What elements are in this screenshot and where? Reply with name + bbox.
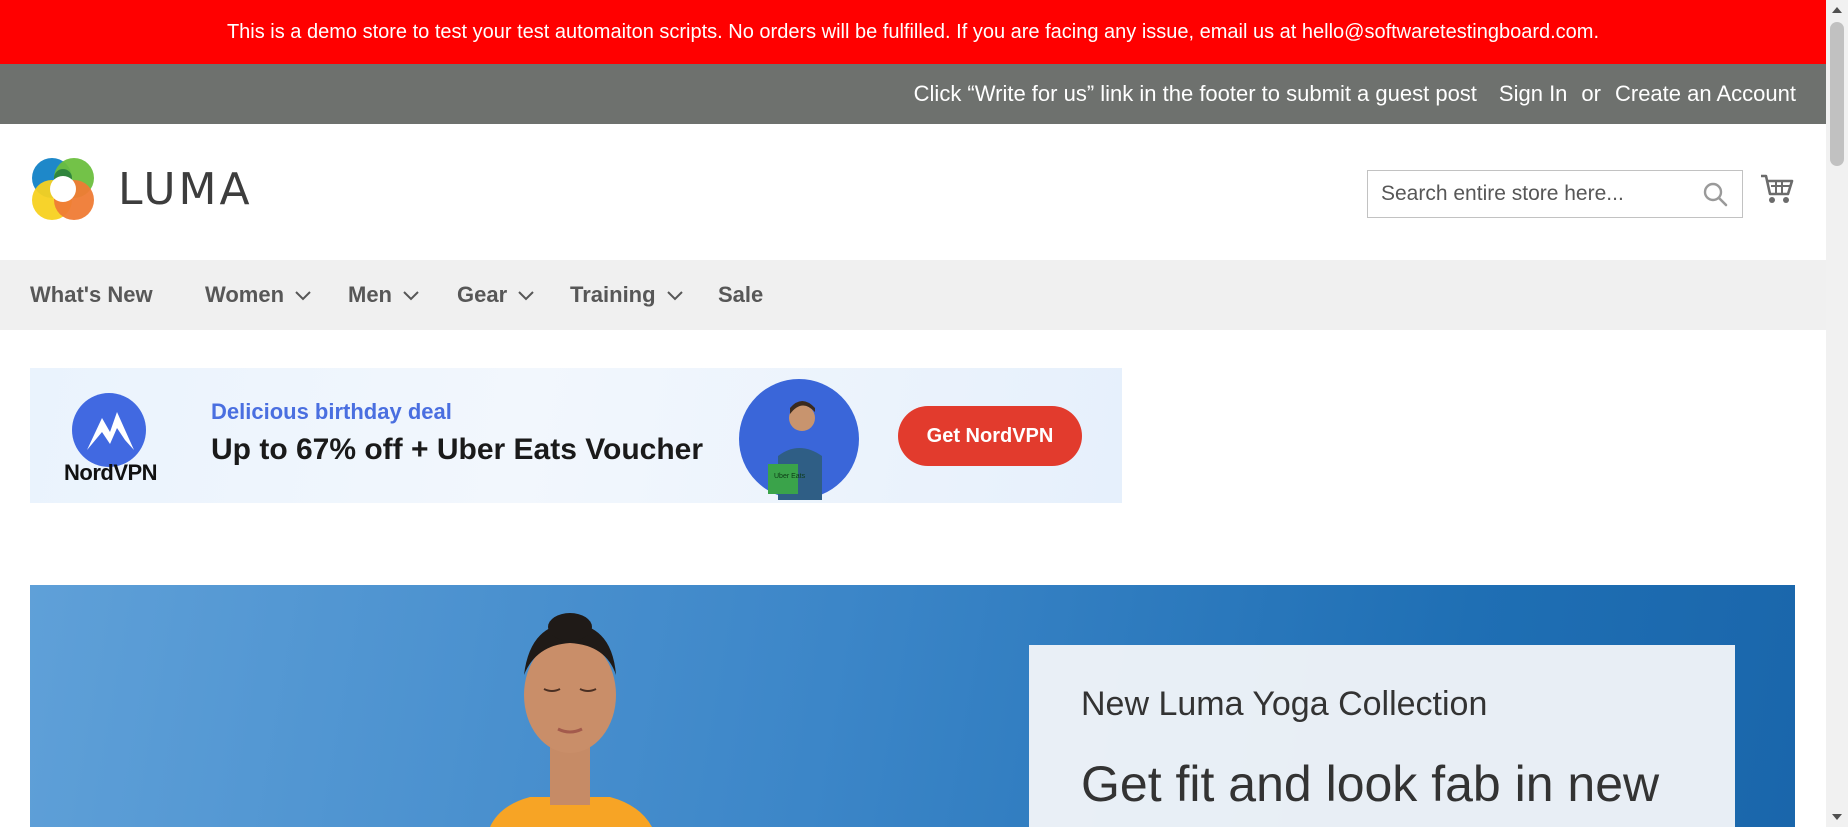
chevron-down-icon [518, 291, 534, 301]
nav-label-men: Men [348, 282, 392, 307]
nav-item-men[interactable]: Men [348, 260, 420, 330]
nav-label-sale: Sale [718, 282, 764, 307]
logo-text: LUMA [118, 163, 253, 215]
sign-in-link[interactable]: Sign In [1499, 81, 1568, 107]
hero-subtitle: Get fit and look fab in new [1081, 756, 1660, 812]
ad-kicker: Delicious birthday deal [211, 399, 452, 424]
header-panel: Click “Write for us” link in the footer … [0, 64, 1826, 124]
ad-person-illustration: Uber Eats [739, 379, 859, 500]
guest-post-notice: Click “Write for us” link in the footer … [913, 81, 1477, 106]
ad-headline: Up to 67% off + Uber Eats Voucher [211, 433, 704, 466]
scroll-down-arrow-icon[interactable] [1831, 811, 1843, 823]
luma-logo-icon [32, 158, 94, 220]
chevron-down-icon [403, 291, 419, 301]
or-separator: or [1581, 81, 1601, 106]
scrollbar-thumb[interactable] [1830, 22, 1844, 166]
demo-notice-text: This is a demo store to test your test a… [226, 20, 1600, 43]
page-scrollbar[interactable] [1826, 0, 1848, 827]
hero-title: New Luma Yoga Collection [1081, 685, 1488, 723]
search-icon[interactable] [1702, 181, 1728, 207]
ad-bag-label: Uber Eats [774, 473, 806, 480]
nordvpn-ad-banner[interactable]: NordVPN Delicious birthday deal Up to 67… [30, 368, 1122, 503]
cart-icon[interactable] [1760, 172, 1794, 206]
search-box[interactable] [1367, 170, 1743, 218]
demo-store-notice: This is a demo store to test your test a… [0, 0, 1826, 64]
hero-banner[interactable]: New Luma Yoga Collection Get fit and loo… [30, 585, 1795, 827]
site-header: LUMA [0, 124, 1826, 260]
search-input[interactable] [1368, 171, 1703, 217]
nav-label-whats-new: What's New [30, 282, 153, 307]
ad-brand-name: NordVPN [64, 460, 158, 485]
main-navigation: What's New Women Men Gear Training Sale [0, 260, 1826, 330]
nav-label-training: Training [570, 282, 656, 307]
nav-item-women[interactable]: Women [205, 260, 312, 330]
chevron-down-icon [295, 291, 311, 301]
nav-item-sale[interactable]: Sale [718, 260, 763, 330]
nav-item-whats-new[interactable]: What's New [30, 260, 153, 330]
chevron-down-icon [666, 291, 683, 301]
hero-model-image [490, 613, 652, 827]
nav-item-gear[interactable]: Gear [457, 260, 535, 330]
create-account-link[interactable]: Create an Account [1615, 81, 1796, 107]
hero-text-panel: New Luma Yoga Collection Get fit and loo… [1029, 645, 1735, 827]
nav-item-training[interactable]: Training [570, 260, 684, 330]
scroll-up-arrow-icon[interactable] [1831, 4, 1843, 16]
get-nordvpn-button[interactable]: Get NordVPN [898, 406, 1082, 466]
luma-logo-link[interactable]: LUMA [30, 156, 253, 222]
nav-label-gear: Gear [457, 282, 508, 307]
nav-label-women: Women [205, 282, 285, 307]
ad-cta-label: Get NordVPN [926, 424, 1054, 447]
